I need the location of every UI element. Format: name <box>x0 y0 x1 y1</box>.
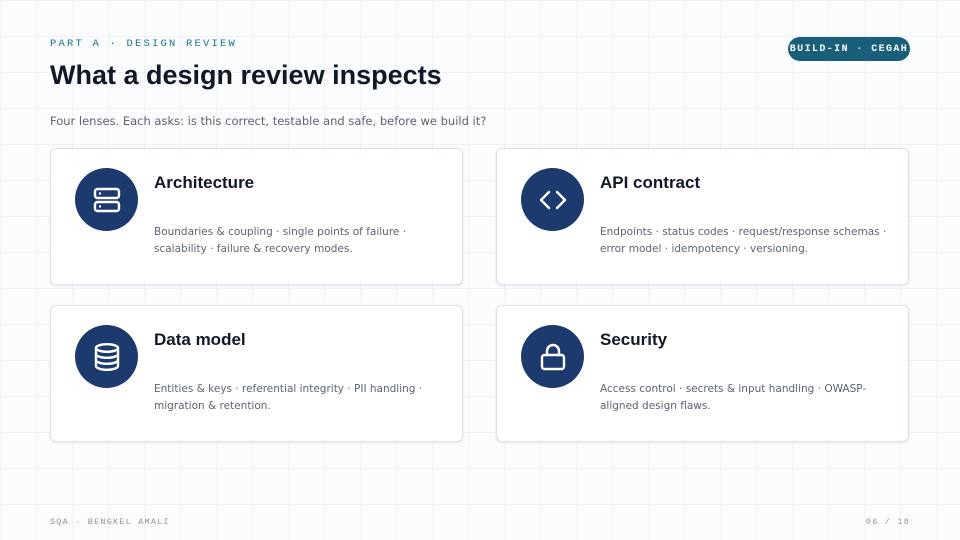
server-icon <box>75 168 138 231</box>
page-subtitle: Four lenses. Each asks: is this correct,… <box>50 114 487 128</box>
card-description: Boundaries & coupling · single points of… <box>154 226 407 255</box>
card-title: Architecture <box>154 173 255 192</box>
card-architecture: Architecture Boundaries & coupling · sin… <box>50 148 463 285</box>
course-badge: BUILD-IN · CEGAH <box>788 37 910 61</box>
section-eyebrow: PART A · DESIGN REVIEW <box>50 38 238 50</box>
card-security: Security Access control · secrets & inpu… <box>496 305 909 442</box>
code-brackets-icon <box>521 168 584 231</box>
page-title: What a design review inspects <box>50 60 442 90</box>
page-number: 06 / 18 <box>865 517 910 527</box>
database-icon <box>75 325 138 388</box>
card-description: Entities & keys · referential integrity … <box>154 383 423 412</box>
card-description: Endpoints · status codes · request/respo… <box>600 226 887 255</box>
card-title: API contract <box>600 173 701 192</box>
footer-label: SQA · BENGKEL AMALI <box>50 517 170 527</box>
card-title: Security <box>600 330 668 349</box>
card-api-contract: API contract Endpoints · status codes · … <box>496 148 909 285</box>
card-description: Access control · secrets & input handlin… <box>600 383 867 412</box>
lock-icon <box>521 325 584 388</box>
card-data-model: Data model Entities & keys · referential… <box>50 305 463 442</box>
card-title: Data model <box>154 330 246 349</box>
